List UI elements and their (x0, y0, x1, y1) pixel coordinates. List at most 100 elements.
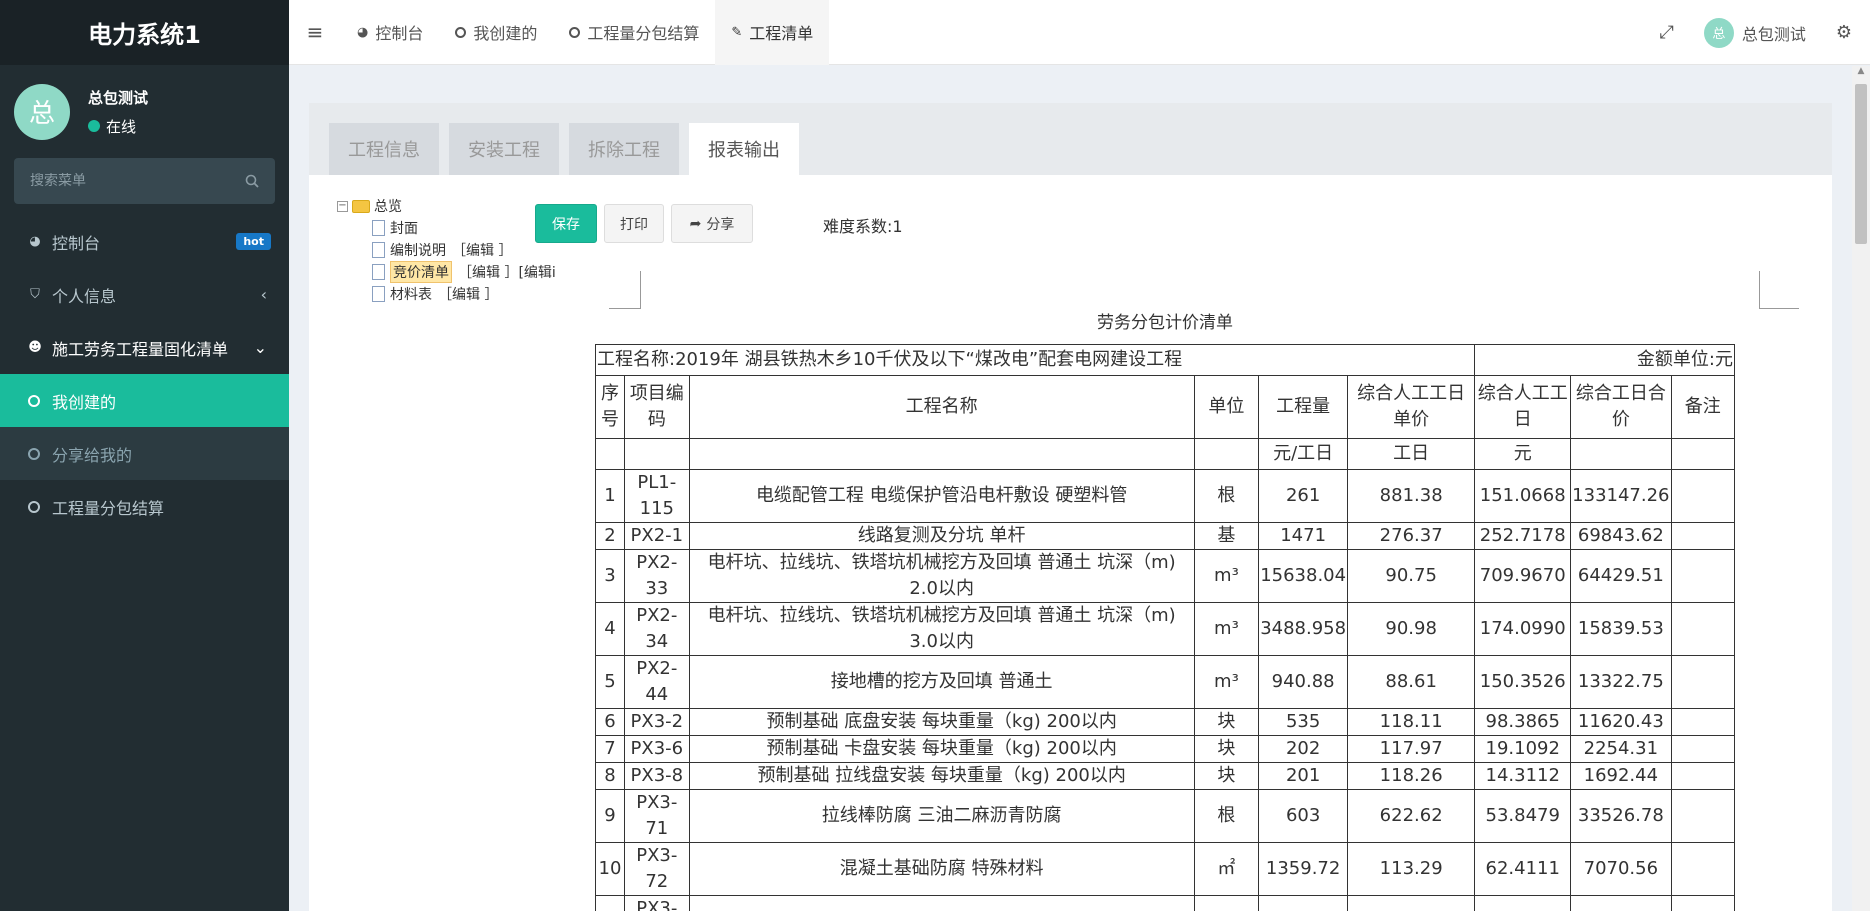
tab-my-created[interactable]: 我创建的 (439, 0, 553, 65)
search-icon[interactable] (245, 174, 259, 188)
cell-note (1670, 655, 1736, 709)
cell-total: 64429.51 (1570, 549, 1672, 603)
edit-link[interactable]: ［编辑 ］ (438, 284, 498, 304)
dashboard-icon: ◕ (357, 24, 369, 40)
cell-no: 7 (595, 735, 625, 763)
table-row: 11PX3-73混凝土电杆根部防腐 沥青清漆防腐 10m根867180.0482… (595, 895, 1736, 911)
table-row: 1 PL1-115 电缆配管工程 电缆保护管沿电杆敷设 硬塑料管根 261 881.38… (595, 469, 1736, 523)
currency-unit: 金额单位:元 (1474, 344, 1735, 376)
cell-total: 7070.56 (1570, 842, 1672, 896)
tab-label: 控制台 (375, 24, 424, 43)
tree-item-bid-list[interactable]: 竞价清单 ［编辑 ］[编辑i (337, 261, 556, 283)
cell-name: 接地槽的挖方及回填 普通土 (688, 655, 1195, 709)
edit-link[interactable]: ［编辑 ］ (452, 240, 512, 260)
tree-item-material[interactable]: 材料表 ［编辑 ］ (337, 283, 556, 305)
cell-days: 14.3112 (1474, 762, 1572, 790)
cell-note (1670, 735, 1736, 763)
cell-code: PX3-72 (623, 842, 690, 896)
cell-code: PX2-33 (623, 549, 690, 603)
unit-cell (623, 438, 690, 470)
tree-item-label: 编制说明 (390, 243, 446, 259)
brand-title[interactable]: 电力系统1 (0, 0, 289, 65)
cell-no: 4 (595, 602, 625, 656)
cell-code: PX3-2 (623, 708, 690, 736)
header-right: ⤢ 总 总包测试 ⚙ (1641, 0, 1870, 65)
report-body: 1 PL1-115 电缆配管工程 电缆保护管沿电杆敷设 硬塑料管根 261 881.38… (595, 469, 1736, 911)
users-icon: ☻ (28, 340, 42, 355)
cell-total: 14860.21 (1570, 895, 1672, 911)
sidebar-item-labor-list[interactable]: ☻ 施工劳务工程量固化清单 ⌄ (0, 321, 289, 374)
header-user-name: 总包测试 (1741, 24, 1806, 44)
cell-note (1670, 602, 1736, 656)
cell-price: 88.61 (1347, 655, 1476, 709)
edit-link[interactable]: ［编辑 ］[编辑i (458, 262, 556, 282)
cell-no: 9 (595, 789, 625, 843)
cell-price: 90.98 (1347, 602, 1476, 656)
tree-item-label: 封面 (390, 221, 418, 237)
table-row: 4 PX2-34 电杆坑、拉线坑、铁塔坑机械挖方及回填 普通土 坑深（m) 3.0以… (595, 602, 1736, 656)
circle-icon (28, 447, 40, 460)
cell-unit: ㎡ (1193, 842, 1260, 896)
tab-project-list[interactable]: ✎ 工程清单 (715, 0, 830, 65)
tree-item-description[interactable]: 编制说明 ［编辑 ］ (337, 239, 556, 261)
page-corner-right (1759, 271, 1799, 309)
tree-item-label: 竞价清单 (390, 261, 452, 283)
tab-project-info[interactable]: 工程信息 (329, 123, 439, 175)
sidebar-item-label: 我创建的 (52, 392, 117, 412)
tab-install[interactable]: 安装工程 (449, 123, 559, 175)
unit-cell (1670, 438, 1736, 470)
page-icon (372, 286, 385, 302)
unit-cell: 元 (1474, 438, 1572, 470)
tab-settlement[interactable]: 工程量分包结算 (553, 0, 715, 65)
sidebar-item-profile[interactable]: ⛉ 个人信息 ‹ (0, 268, 289, 321)
scroll-thumb[interactable] (1855, 84, 1867, 244)
cell-code: PX3-6 (623, 735, 690, 763)
collapse-icon[interactable]: − (337, 200, 348, 212)
cell-price: 90.75 (1347, 549, 1476, 603)
tree-item-cover[interactable]: 封面 (337, 217, 556, 239)
cell-name: 预制基础 拉线盘安装 每块重量（kg) 200以内 (688, 762, 1195, 790)
menu-toggle-icon[interactable]: ≡ (289, 20, 341, 44)
cell-name: 电缆配管工程 电缆保护管沿电杆敷设 硬塑料管 (688, 469, 1195, 523)
cell-unit: 块 (1193, 708, 1260, 736)
save-button[interactable]: 保存 (535, 204, 597, 243)
online-dot-icon (88, 120, 100, 132)
tab-dashboard[interactable]: ◕ 控制台 (341, 0, 439, 65)
cell-code: PX2-1 (623, 522, 690, 550)
gear-icon[interactable]: ⚙ (1818, 22, 1870, 43)
cell-price: 276.37 (1347, 522, 1476, 550)
cell-total: 133147.26 (1570, 469, 1672, 523)
search-input[interactable] (30, 173, 230, 189)
tab-demolition[interactable]: 拆除工程 (569, 123, 679, 175)
scroll-up-icon[interactable]: ▲ (1852, 66, 1870, 82)
folder-icon (352, 199, 370, 213)
cell-note (1670, 789, 1736, 843)
cell-days: 62.4111 (1474, 842, 1572, 896)
share-button[interactable]: ➦ 分享 (671, 204, 753, 243)
pencil-icon: ✎ (731, 24, 743, 40)
table-row: 9 PX3-71 拉线棒防腐 三油二麻沥青防腐根 603 622.62 53.8479 33… (595, 789, 1736, 843)
page-icon (372, 220, 385, 236)
cell-days: 709.9670 (1474, 549, 1572, 603)
tree-root[interactable]: − 总览 (337, 195, 556, 217)
sidebar-item-shared-with-me[interactable]: 分享给我的 (0, 427, 289, 480)
tab-report-output[interactable]: 报表输出 (689, 123, 799, 175)
cell-qty: 867 (1258, 895, 1349, 911)
sidebar-item-dashboard[interactable]: ◕ 控制台 hot (0, 215, 289, 268)
page-scrollbar[interactable]: ▲ (1852, 66, 1870, 911)
user-panel: 总 总包测试 在线 (0, 65, 289, 158)
cell-total: 2254.31 (1570, 735, 1672, 763)
header-user-menu[interactable]: 总 总包测试 (1692, 17, 1818, 48)
sidebar-item-settlement[interactable]: 工程量分包结算 (0, 480, 289, 533)
fullscreen-icon[interactable]: ⤢ (1641, 22, 1691, 43)
sidebar-item-my-created[interactable]: 我创建的 (0, 374, 289, 427)
circle-icon (569, 26, 581, 38)
report-title: 劳务分包计价清单 (1097, 313, 1233, 333)
print-button[interactable]: 打印 (604, 204, 664, 243)
sidebar-item-label: 施工劳务工程量固化清单 (52, 339, 229, 359)
cell-note (1670, 469, 1736, 523)
cell-name: 混凝土电杆根部防腐 沥青清漆防腐 10m (688, 895, 1195, 911)
cell-total: 69843.62 (1570, 522, 1672, 550)
circle-icon (455, 26, 467, 38)
chevron-down-icon: ⌄ (253, 338, 267, 357)
